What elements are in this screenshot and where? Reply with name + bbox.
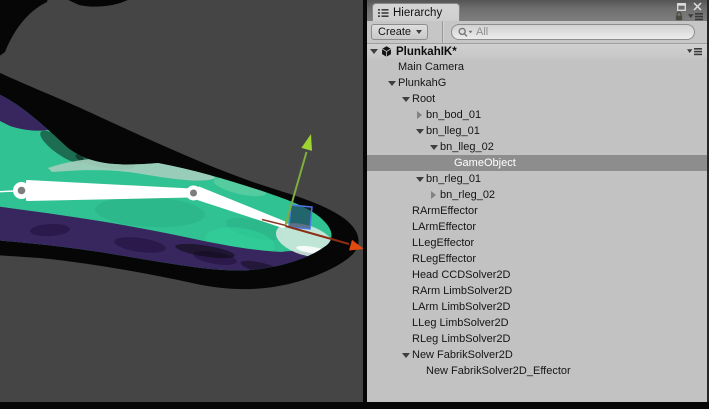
scene-name: PlunkahIK* [396,46,457,58]
tree-row-label: RArmEffector [412,205,478,217]
scene-foldout-arrow[interactable] [367,49,380,54]
scene-view[interactable] [0,0,363,402]
tree-row-label: Main Camera [398,61,464,73]
tree-row[interactable]: RArmEffector [367,203,707,219]
lock-icon[interactable] [674,11,684,21]
foldout-arrow[interactable] [399,353,412,358]
foldout-arrow[interactable] [413,111,426,119]
create-button-label: Create [378,26,411,38]
tree-row[interactable]: RLegEffector [367,251,707,267]
scene-view-canvas [0,0,363,402]
tree-row[interactable]: RLeg LimbSolver2D [367,331,707,347]
hierarchy-toolbar: Create All [367,21,707,43]
tree-row-label: bn_bod_01 [426,109,481,121]
hierarchy-panel: Hierarchy Create [367,0,709,402]
tree-row-label: PlunkahG [398,77,446,89]
tree-row[interactable]: bn_lleg_02 [367,139,707,155]
tree-row-label: bn_rleg_01 [426,173,481,185]
tab-strip: Hierarchy [367,0,707,21]
tree-row-label: Root [412,93,435,105]
tree-row-label: GameObject [454,157,516,169]
tree-row[interactable]: bn_bod_01 [367,107,707,123]
hierarchy-list-icon [378,8,389,18]
creature-body-silhouette [66,0,137,7]
tree-row[interactable]: LArm LimbSolver2D [367,299,707,315]
tree-row-label: bn_lleg_01 [426,125,480,137]
scene-header[interactable]: PlunkahIK* [367,43,707,59]
tree-row[interactable]: bn_rleg_01 [367,171,707,187]
search-placeholder: All [476,26,488,38]
tree-row[interactable]: bn_lleg_01 [367,123,707,139]
tree-row[interactable]: GameObject [367,155,707,171]
maximize-icon[interactable] [677,3,686,11]
tree-row-label: LLegEffector [412,237,474,249]
toolbar-separator [442,21,443,43]
tree-row[interactable]: Head CCDSolver2D [367,267,707,283]
chevron-down-icon [416,30,422,34]
pane-menu-icon[interactable] [687,47,702,56]
foldout-arrow[interactable] [413,177,426,182]
tree-row[interactable]: Root [367,91,707,107]
search-field[interactable]: All [451,24,695,40]
tree-row[interactable]: LLegEffector [367,235,707,251]
y-axis-arrow[interactable] [301,134,312,151]
xy-plane-handle[interactable] [289,205,312,229]
foldout-arrow[interactable] [385,81,398,86]
tree-row-label: bn_rleg_02 [440,189,495,201]
tree-row-label: New FabrikSolver2D [412,349,513,361]
tree-row-label: RArm LimbSolver2D [412,285,512,297]
tab-controls [674,11,703,21]
tree-row-label: Head CCDSolver2D [412,269,510,281]
search-icon [458,27,473,38]
tree-row-label: bn_lleg_02 [440,141,494,153]
tree-row[interactable]: bn_rleg_02 [367,187,707,203]
tree-row-label: LLeg LimbSolver2D [412,317,509,329]
foldout-arrow[interactable] [413,129,426,134]
joint-circle-core [18,187,26,195]
tree-row[interactable]: New FabrikSolver2D [367,347,707,363]
tree-row[interactable]: RArm LimbSolver2D [367,283,707,299]
foldout-arrow[interactable] [399,97,412,102]
tree-row[interactable]: PlunkahG [367,75,707,91]
tree-row-label: New FabrikSolver2D_Effector [426,365,571,377]
tree-row[interactable]: LLeg LimbSolver2D [367,315,707,331]
tree-row-label: RLeg LimbSolver2D [412,333,510,345]
creature-body-silhouette [0,0,49,60]
close-icon[interactable] [693,2,702,11]
create-button[interactable]: Create [371,24,428,40]
tree-row-label: LArm LimbSolver2D [412,301,510,313]
tree-row-label: RLegEffector [412,253,476,265]
tree-row-label: LArmEffector [412,221,476,233]
tree-row[interactable]: New FabrikSolver2D_Effector [367,363,707,379]
tree-row[interactable]: Main Camera [367,59,707,75]
tab-title: Hierarchy [393,7,442,19]
hierarchy-tree: Main Camera PlunkahG Root bn_bod_01 bn_lleg_… [367,59,707,402]
tree-row[interactable]: LArmEffector [367,219,707,235]
window-controls [677,2,702,11]
foldout-arrow[interactable] [427,145,440,150]
tab-hierarchy[interactable]: Hierarchy [372,3,460,21]
joint-circle-core [190,190,197,197]
foldout-arrow[interactable] [427,191,440,199]
unity-logo-icon [380,45,393,58]
pane-menu-icon[interactable] [688,12,703,21]
